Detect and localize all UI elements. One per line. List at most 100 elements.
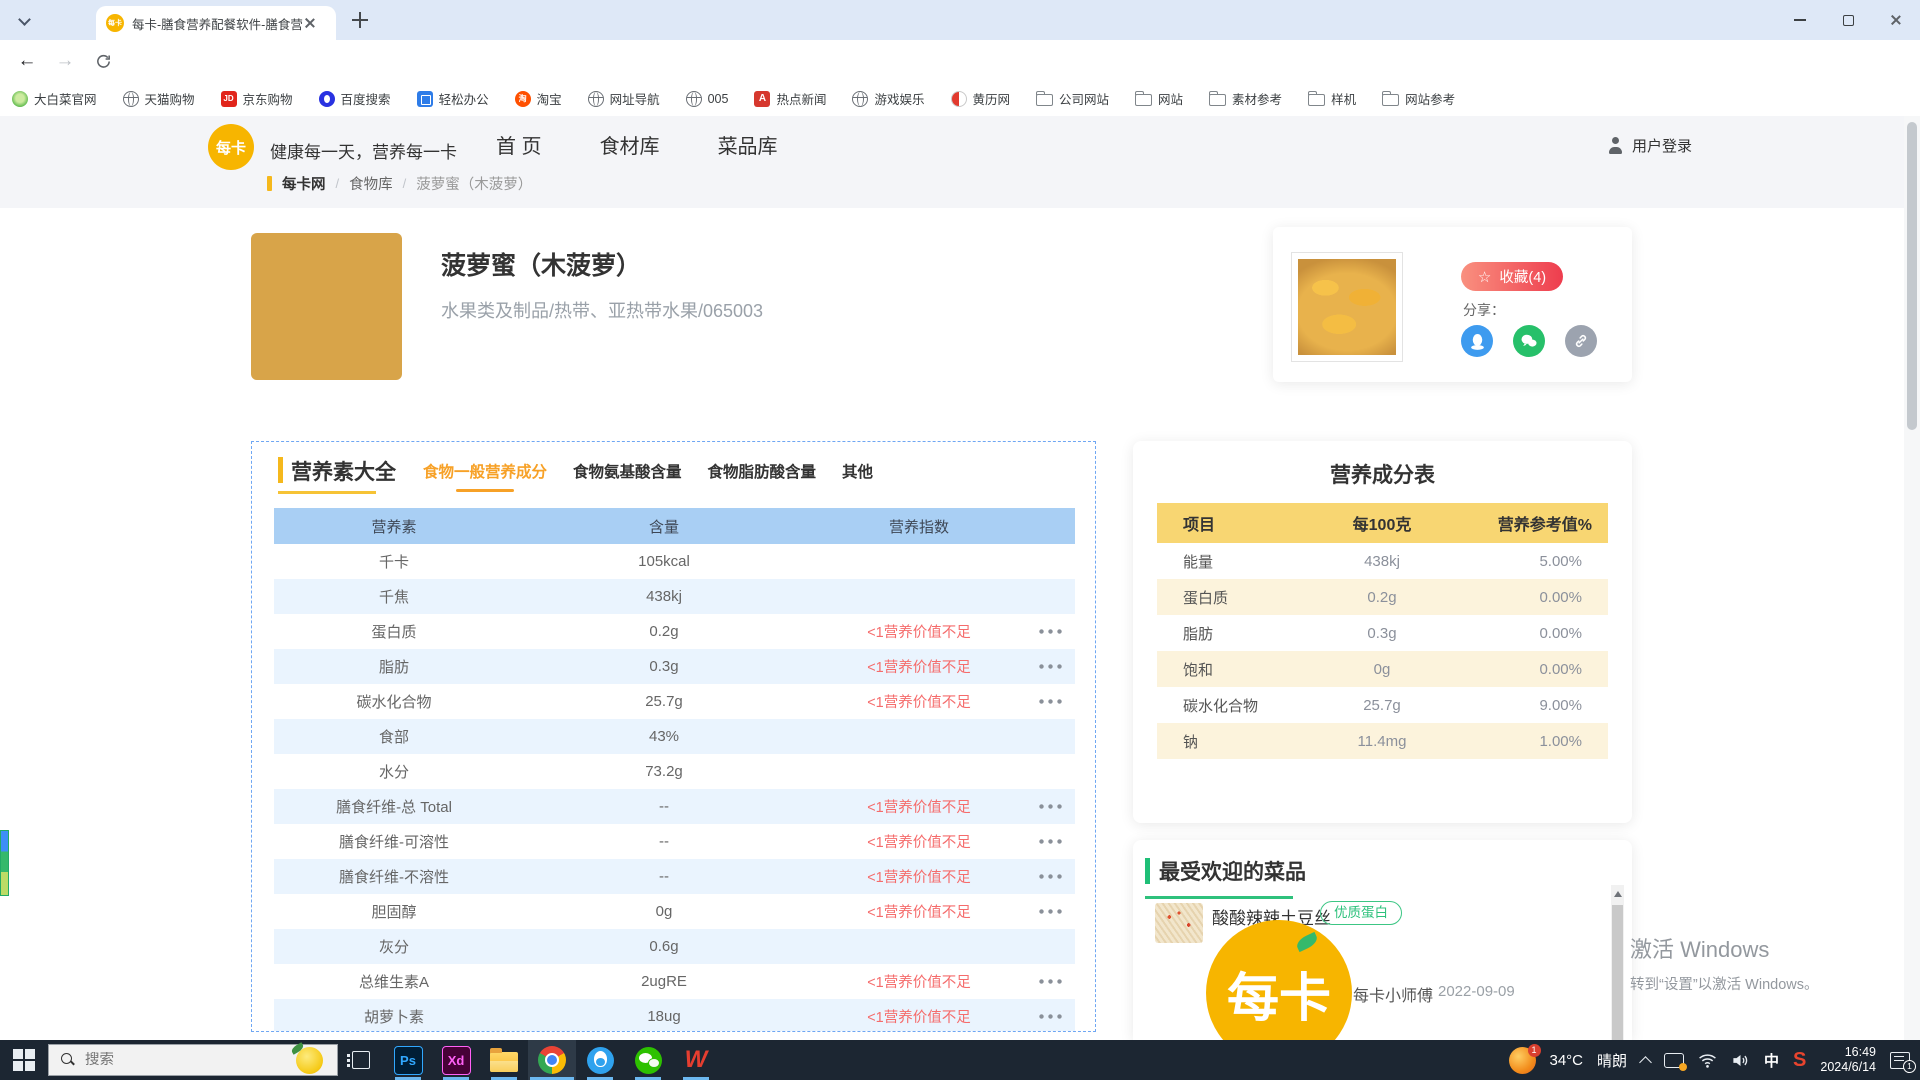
taskbar-app-wechat[interactable]	[624, 1040, 672, 1080]
weather-icon[interactable]: 1	[1509, 1047, 1536, 1074]
site-favicon: 每卡	[106, 14, 124, 32]
col-amount: 含量	[514, 516, 814, 537]
more-icon[interactable]	[1037, 699, 1063, 704]
display-cast-icon[interactable]	[1664, 1053, 1684, 1068]
share-qq-button[interactable]	[1461, 325, 1493, 357]
bookmark-item[interactable]: 样机	[1308, 89, 1356, 108]
tray-expand-icon[interactable]	[1639, 1056, 1652, 1069]
bookmark-item[interactable]: 005	[686, 91, 729, 107]
volume-icon[interactable]	[1731, 1052, 1750, 1069]
search-input[interactable]	[85, 1052, 255, 1068]
nav-item-0[interactable]: 首 页	[496, 130, 542, 159]
site-logo[interactable]: 每卡	[208, 124, 254, 170]
taskbar-app-chrome[interactable]	[528, 1040, 576, 1080]
nutrient-name: 脂肪	[274, 656, 514, 677]
window-maximize-button[interactable]	[1824, 0, 1872, 40]
more-icon[interactable]	[1037, 804, 1063, 809]
more-icon[interactable]	[1037, 979, 1063, 984]
bookmark-item[interactable]: 大白菜官网	[12, 89, 97, 108]
login-button[interactable]: 用户登录	[1607, 135, 1692, 156]
notification-icon[interactable]: 1	[1890, 1052, 1910, 1069]
favorite-button[interactable]: 收藏(4)	[1461, 262, 1563, 291]
facts-row: 蛋白质0.2g0.00%	[1157, 579, 1608, 615]
more-icon[interactable]	[1037, 909, 1063, 914]
tab-close-icon[interactable]	[304, 17, 316, 29]
start-button[interactable]	[0, 1040, 48, 1080]
taskbar-app-wps[interactable]: W	[672, 1040, 720, 1080]
reload-button[interactable]	[90, 48, 116, 74]
more-icon[interactable]	[1037, 1014, 1063, 1019]
dish-thumbnail[interactable]	[1155, 903, 1203, 943]
bookmark-item[interactable]: 淘淘宝	[515, 89, 562, 108]
bookmark-label: 轻松办公	[439, 89, 489, 108]
share-wechat-button[interactable]	[1513, 325, 1545, 357]
nutrient-tab-2[interactable]: 食物脂肪酸含量	[708, 460, 817, 492]
bookmark-item[interactable]: 百度搜索	[319, 89, 391, 108]
bookmark-item[interactable]: 轻松办公	[417, 89, 489, 108]
weather-text[interactable]: 晴朗	[1597, 1050, 1627, 1071]
lemon-image[interactable]	[296, 1047, 323, 1074]
nutrient-tab-0[interactable]: 食物一般营养成分	[423, 460, 547, 492]
page-scrollbar[interactable]	[1904, 116, 1920, 1040]
nav-item-2[interactable]: 菜品库	[718, 130, 778, 159]
nutrient-row: 千卡105kcal	[274, 544, 1075, 579]
bookmark-item[interactable]: A热点新闻	[754, 89, 826, 108]
food-category: 水果类及制品/热带、亚热带水果/065003	[441, 297, 763, 323]
qq-icon	[1468, 332, 1487, 351]
taskbar-clock[interactable]: 16:49 2024/6/14	[1820, 1045, 1876, 1075]
popular-accent-bar	[1145, 858, 1150, 884]
share-link-button[interactable]	[1565, 325, 1597, 357]
sogou-icon[interactable]: S	[1793, 1049, 1806, 1072]
back-button[interactable]: ←	[14, 48, 40, 74]
bookmark-item[interactable]: 公司网站	[1036, 89, 1109, 108]
more-icon[interactable]	[1037, 629, 1063, 634]
forward-button[interactable]: →	[52, 48, 78, 74]
loading-logo: 每卡	[1206, 920, 1352, 1040]
maximize-icon	[1843, 15, 1854, 26]
breadcrumb-crumb[interactable]: 食物库	[349, 173, 393, 194]
bookmark-item[interactable]: 游戏娱乐	[852, 89, 924, 108]
page-scrollbar-thumb[interactable]	[1907, 122, 1917, 430]
card-scrollbar[interactable]	[1611, 885, 1624, 1040]
nutrient-tab-1[interactable]: 食物氨基酸含量	[573, 460, 682, 492]
taskbar-app-photoshop[interactable]: Ps	[384, 1040, 432, 1080]
nutrient-amount: --	[514, 868, 814, 885]
bookmark-item[interactable]: 素材参考	[1209, 89, 1282, 108]
screen: 每卡 每卡-膳食营养配餐软件-膳食营 ← → meic.cn/foods/cui…	[0, 0, 1920, 1080]
nutrient-name: 千焦	[274, 586, 514, 607]
bookmark-item[interactable]: 网站	[1135, 89, 1183, 108]
new-tab-button[interactable]	[352, 12, 368, 28]
bookmark-item[interactable]: JD京东购物	[221, 89, 293, 108]
more-icon[interactable]	[1037, 874, 1063, 879]
bookmark-item[interactable]: 黄历网	[951, 89, 1011, 108]
globe-icon	[123, 91, 139, 107]
scrollbar-thumb[interactable]	[1612, 905, 1623, 1040]
taskbar-app-file-explorer[interactable]	[480, 1040, 528, 1080]
nutrient-amount: --	[514, 833, 814, 850]
bookmark-item[interactable]: 网站参考	[1382, 89, 1455, 108]
bookmark-item[interactable]: 网址导航	[588, 89, 660, 108]
weather-temp[interactable]: 34°C	[1550, 1052, 1584, 1069]
browser-tab-active[interactable]: 每卡 每卡-膳食营养配餐软件-膳食营	[96, 6, 336, 40]
window-close-button[interactable]	[1872, 0, 1920, 40]
breadcrumb-crumb[interactable]: 菠萝蜜（木菠萝）	[416, 173, 532, 194]
nutrient-row: 膳食纤维-可溶性--<1营养价值不足	[274, 824, 1075, 859]
taskbar-search[interactable]	[48, 1044, 338, 1076]
wifi-icon[interactable]	[1698, 1052, 1717, 1069]
scroll-up-icon[interactable]	[1614, 891, 1622, 897]
taskbar-app-adobe-xd[interactable]: Xd	[432, 1040, 480, 1080]
nav-item-1[interactable]: 食材库	[600, 130, 660, 159]
food-thumbnail-box[interactable]	[1291, 252, 1403, 362]
more-icon[interactable]	[1037, 664, 1063, 669]
breadcrumb-crumb[interactable]: 每卡网	[282, 173, 326, 194]
window-minimize-button[interactable]	[1776, 0, 1824, 40]
ime-indicator[interactable]: 中	[1764, 1050, 1779, 1071]
folder-icon	[1308, 94, 1325, 106]
nutrient-tab-3[interactable]: 其他	[842, 460, 873, 492]
bookmark-item[interactable]: 天猫购物	[123, 89, 195, 108]
more-icon[interactable]	[1037, 839, 1063, 844]
task-view-button[interactable]	[338, 1040, 384, 1080]
tab-search-button[interactable]	[10, 7, 38, 35]
taskbar-app-qq[interactable]	[576, 1040, 624, 1080]
food-photo[interactable]	[251, 233, 402, 380]
